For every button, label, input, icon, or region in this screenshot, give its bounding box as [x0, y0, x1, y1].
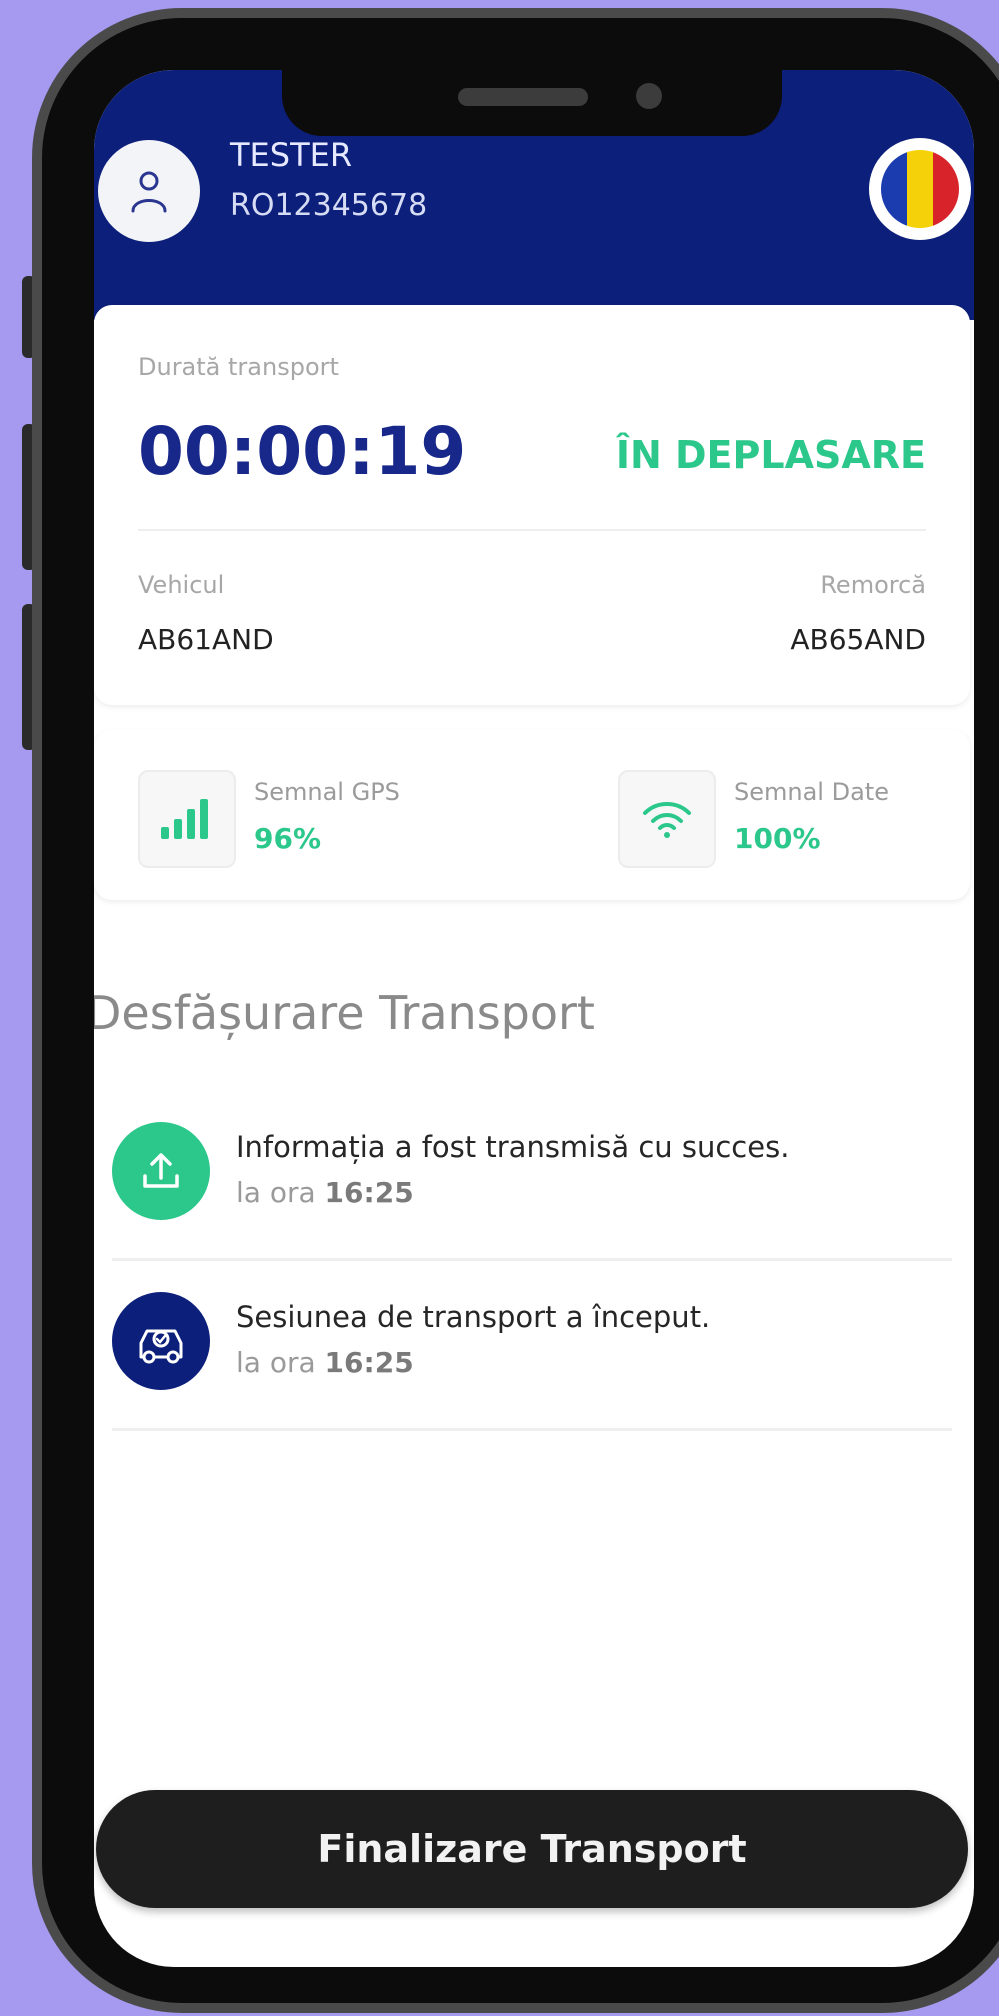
user-id: RO12345678 [230, 188, 428, 223]
user-icon [131, 171, 167, 213]
app-screen: TESTER RO12345678 Durată transport 00:00… [94, 70, 974, 1967]
duration-label: Durată transport [138, 353, 339, 381]
avatar[interactable] [98, 140, 200, 242]
user-name: TESTER [230, 136, 353, 174]
data-value: 100% [734, 822, 821, 855]
data-signal-box [618, 770, 716, 868]
gps-signal-box [138, 770, 236, 868]
signal-bars-icon [161, 799, 208, 839]
front-camera [636, 83, 662, 109]
status-badge: ÎN DEPLASARE [615, 433, 926, 477]
finish-transport-button[interactable]: Finalizare Transport [96, 1790, 968, 1908]
upload-icon [112, 1122, 210, 1220]
event-time: la ora 16:25 [236, 1176, 414, 1209]
signal-card: Semnal GPS 96% Semnal Date 100% [94, 730, 970, 900]
vehicle-value: AB61AND [138, 623, 274, 656]
data-label: Semnal Date [734, 778, 889, 806]
event-title: Informația a fost transmisă cu succes. [236, 1130, 790, 1164]
event-title: Sesiunea de transport a început. [236, 1300, 711, 1334]
language-flag-button[interactable] [869, 138, 971, 240]
speaker-grille [458, 88, 588, 106]
wifi-icon [643, 802, 691, 838]
section-title: Desfășurare Transport [94, 986, 595, 1040]
car-session-icon [112, 1292, 210, 1390]
gps-value: 96% [254, 822, 322, 855]
trailer-value: AB65AND [790, 623, 926, 656]
transport-card: Durată transport 00:00:19 ÎN DEPLASARE V… [94, 305, 970, 705]
event-time: la ora 16:25 [236, 1346, 414, 1379]
stage: TESTER RO12345678 Durată transport 00:00… [0, 0, 999, 2016]
vehicle-label: Vehicul [138, 571, 225, 599]
duration-timer: 00:00:19 [138, 413, 467, 490]
gps-label: Semnal GPS [254, 778, 400, 806]
trailer-label: Remorcă [820, 571, 926, 599]
romania-flag-icon [881, 150, 959, 228]
list-item: Sesiunea de transport a început. la ora … [112, 1260, 952, 1431]
list-item: Informația a fost transmisă cu succes. l… [112, 1090, 952, 1261]
phone-notch [282, 70, 782, 136]
divider [138, 529, 926, 531]
